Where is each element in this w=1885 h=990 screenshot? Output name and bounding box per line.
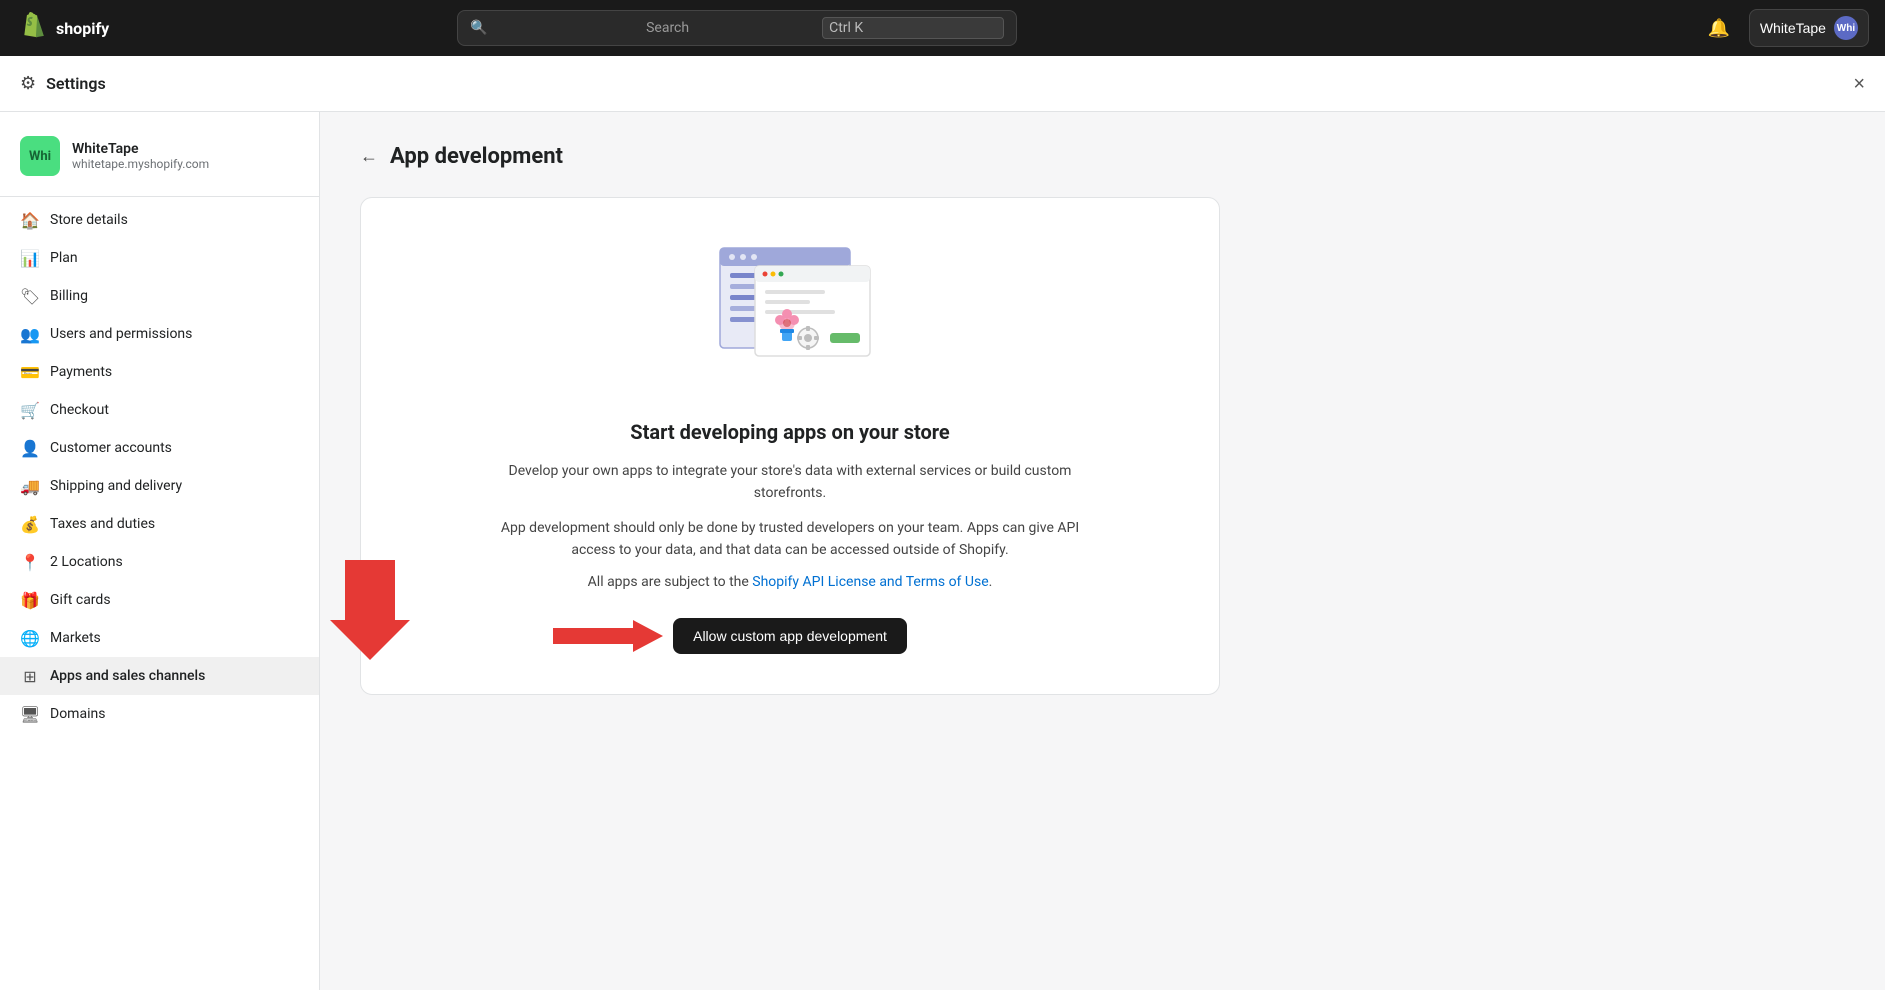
sidebar-label-domains: Domains (50, 706, 105, 722)
sidebar-item-domains[interactable]: 🖥 Domains (0, 695, 319, 733)
search-bar[interactable]: 🔍 Search Ctrl K (457, 10, 1017, 46)
sidebar-item-store-details[interactable]: 🏠 Store details (0, 201, 319, 239)
shipping-icon: 🚚 (20, 476, 40, 496)
sidebar-label-markets: Markets (50, 630, 101, 646)
store-details-icon: 🏠 (20, 210, 40, 230)
app-dev-card: Start developing apps on your store Deve… (360, 197, 1220, 695)
sidebar-item-plan[interactable]: 📊 Plan (0, 239, 319, 277)
red-down-arrow-annotation (330, 560, 410, 664)
settings-gear-icon: ⚙ (20, 73, 36, 94)
red-arrow-annotation (553, 616, 663, 656)
apps-icon: ⊞ (20, 666, 40, 686)
card-terms: All apps are subject to the Shopify API … (588, 574, 993, 590)
settings-title: Settings (46, 74, 106, 93)
allow-button-container: Allow custom app development (673, 618, 907, 654)
sidebar-label-users-permissions: Users and permissions (50, 326, 192, 342)
sidebar-divider (0, 196, 319, 197)
card-note: App development should only be done by t… (490, 517, 1090, 562)
app-illustration (690, 238, 890, 392)
sidebar-label-taxes-duties: Taxes and duties (50, 516, 155, 532)
store-block: Whi WhiteTape whitetape.myshopify.com (0, 124, 319, 192)
sidebar-item-gift-cards[interactable]: 🎁 Gift cards (0, 581, 319, 619)
store-name-label: WhiteTape (1760, 20, 1826, 36)
topbar: shopify 🔍 Search Ctrl K 🔔 WhiteTape Whi (0, 0, 1885, 56)
checkout-icon: 🛒 (20, 400, 40, 420)
card-title: Start developing apps on your store (630, 420, 949, 444)
sidebar-item-shipping-delivery[interactable]: 🚚 Shipping and delivery (0, 467, 319, 505)
settings-window: ⚙ Settings × Whi WhiteTape whitetape.mys… (0, 56, 1885, 990)
locations-icon: 📍 (20, 552, 40, 572)
sidebar-label-shipping-delivery: Shipping and delivery (50, 478, 182, 494)
sidebar-item-users-permissions[interactable]: 👥 Users and permissions (0, 315, 319, 353)
sidebar-label-plan: Plan (50, 250, 78, 266)
store-avatar: Whi (20, 136, 60, 176)
sidebar-label-store-details: Store details (50, 212, 128, 228)
sidebar-label-billing: Billing (50, 288, 88, 304)
store-url: whitetape.myshopify.com (72, 157, 209, 171)
sidebar: Whi WhiteTape whitetape.myshopify.com 🏠 … (0, 112, 320, 990)
red-down-arrow-icon (330, 560, 410, 660)
shopify-logo: shopify (16, 12, 109, 44)
settings-body: Whi WhiteTape whitetape.myshopify.com 🏠 … (0, 112, 1885, 990)
sidebar-item-locations[interactable]: 📍 2 Locations (0, 543, 319, 581)
terms-suffix: . (989, 574, 993, 590)
gift-cards-icon: 🎁 (20, 590, 40, 610)
settings-close-button[interactable]: × (1853, 74, 1865, 94)
sidebar-label-locations: 2 Locations (50, 554, 123, 570)
store-info: WhiteTape whitetape.myshopify.com (72, 141, 209, 171)
page-title: App development (390, 144, 563, 169)
customer-accounts-icon: 👤 (20, 438, 40, 458)
sidebar-item-apps-sales-channels[interactable]: ⊞ Apps and sales channels (0, 657, 319, 695)
back-button[interactable]: ← (360, 146, 378, 167)
main-content: ← App development (320, 112, 1885, 990)
users-icon: 👥 (20, 324, 40, 344)
search-placeholder: Search (646, 20, 814, 36)
sidebar-label-apps-sales-channels: Apps and sales channels (50, 668, 205, 684)
sidebar-label-payments: Payments (50, 364, 112, 380)
sidebar-item-checkout[interactable]: 🛒 Checkout (0, 391, 319, 429)
allow-custom-app-button[interactable]: Allow custom app development (673, 618, 907, 654)
shopify-wordmark: shopify (56, 19, 109, 38)
store-switcher-button[interactable]: WhiteTape Whi (1749, 9, 1869, 47)
card-description: Develop your own apps to integrate your … (490, 460, 1090, 505)
topbar-avatar: Whi (1834, 16, 1858, 40)
settings-header: ⚙ Settings × (0, 56, 1885, 112)
sidebar-item-payments[interactable]: 💳 Payments (0, 353, 319, 391)
markets-icon: 🌐 (20, 628, 40, 648)
notifications-button[interactable]: 🔔 (1701, 10, 1737, 46)
payments-icon: 💳 (20, 362, 40, 382)
plan-icon: 📊 (20, 248, 40, 268)
red-arrow-icon (553, 616, 663, 656)
topbar-right: 🔔 WhiteTape Whi (1701, 9, 1869, 47)
sidebar-item-customer-accounts[interactable]: 👤 Customer accounts (0, 429, 319, 467)
sidebar-item-markets[interactable]: 🌐 Markets (0, 619, 319, 657)
shopify-bag-icon (16, 12, 48, 44)
search-shortcut: Ctrl K (822, 17, 1004, 39)
sidebar-label-gift-cards: Gift cards (50, 592, 111, 608)
taxes-icon: 💰 (20, 514, 40, 534)
domains-icon: 🖥 (20, 704, 40, 724)
billing-icon: 🏷 (20, 286, 40, 306)
search-icon: 🔍 (470, 20, 638, 36)
sidebar-item-billing[interactable]: 🏷 Billing (0, 277, 319, 315)
sidebar-label-checkout: Checkout (50, 402, 109, 418)
sidebar-label-customer-accounts: Customer accounts (50, 440, 172, 456)
app-dev-illustration (690, 238, 890, 388)
terms-prefix: All apps are subject to the (588, 574, 753, 590)
page-header: ← App development (360, 144, 1845, 169)
store-name: WhiteTape (72, 141, 209, 157)
sidebar-nav: 🏠 Store details 📊 Plan 🏷 Billing 👥 Users… (0, 201, 319, 733)
sidebar-item-taxes-duties[interactable]: 💰 Taxes and duties (0, 505, 319, 543)
terms-link[interactable]: Shopify API License and Terms of Use (752, 574, 988, 590)
